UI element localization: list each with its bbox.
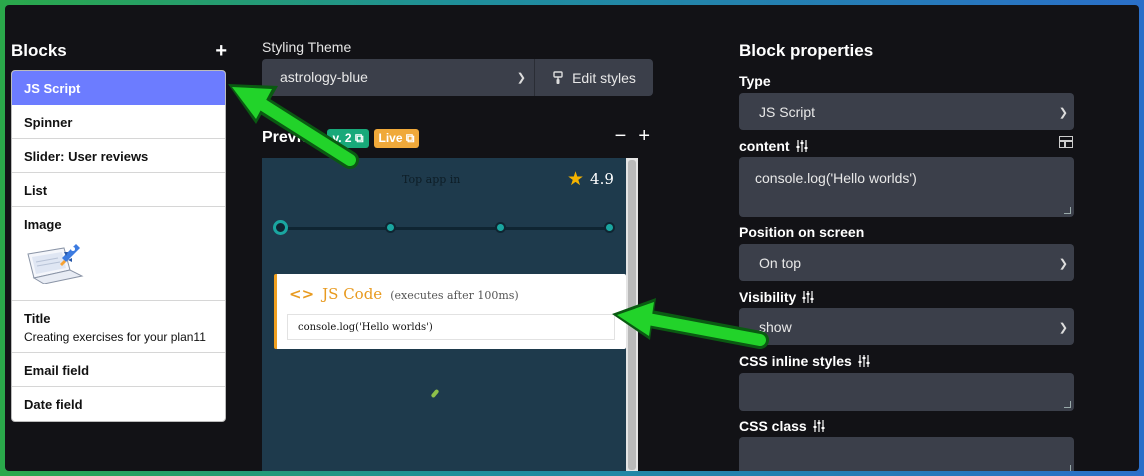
expand-editor-icon[interactable] [1059, 136, 1073, 148]
css-inline-label-text: CSS inline styles [739, 353, 852, 369]
top-app-text: Top app in [402, 173, 461, 186]
edit-styles-label: Edit styles [572, 69, 636, 86]
zoom-out-button[interactable]: − [615, 125, 627, 148]
chevron-down-icon: ❯ [1058, 107, 1068, 119]
preview-scrollbar[interactable] [626, 158, 638, 471]
rating: ★ 4.9 [567, 168, 614, 190]
js-code-content: console.log('Hello worlds') [287, 314, 615, 340]
visibility-label-text: Visibility [739, 289, 797, 305]
js-code-card[interactable]: <> JS Code (executes after 100ms) consol… [274, 274, 626, 349]
scrollbar-thumb[interactable] [628, 160, 636, 470]
content-label-text: content [739, 138, 790, 154]
block-item-subtitle: Creating exercises for your plan11 [24, 330, 206, 344]
chevron-down-icon: ❯ [516, 72, 526, 84]
visibility-label: Visibility [739, 289, 814, 305]
css-class-label-text: CSS class [739, 418, 807, 434]
block-item-label: Spinner [24, 115, 73, 130]
code-brackets-icon: <> [289, 285, 315, 303]
block-item-email-field[interactable]: Email field [12, 353, 225, 387]
paint-roller-icon [553, 70, 563, 84]
star-icon: ★ [567, 168, 585, 190]
type-label: Type [739, 73, 771, 89]
block-item-label: Title [24, 311, 51, 326]
block-item-label: JS Script [24, 81, 81, 96]
position-select[interactable]: On top ❯ [739, 244, 1074, 281]
js-code-note: (executes after 100ms) [390, 289, 519, 302]
app-frame: Blocks + JS Script Spinner Slider: User … [5, 5, 1139, 471]
type-select[interactable]: JS Script ❯ [739, 93, 1074, 130]
styling-theme-label: Styling Theme [262, 39, 352, 55]
content-textarea-value: console.log('Hello worlds') [755, 170, 917, 186]
sliders-icon[interactable] [813, 420, 825, 432]
rocket-laptop-illustration-icon [27, 244, 84, 285]
block-item-label: List [24, 183, 48, 198]
content-label: content [739, 138, 808, 154]
resize-grip-icon[interactable] [1064, 401, 1071, 408]
slider-dot[interactable] [273, 220, 288, 235]
sliders-icon[interactable] [858, 355, 870, 367]
sliders-icon[interactable] [802, 291, 814, 303]
version-badge[interactable]: v. 2 ⧉ [327, 128, 369, 148]
type-label-text: Type [739, 73, 771, 89]
version-badge-label: v. 2 [332, 130, 352, 145]
block-item-label: Date field [24, 397, 83, 412]
slider-track [280, 227, 612, 230]
spinner-icon [430, 388, 440, 399]
blocks-header: Blocks + [11, 41, 227, 61]
content-textarea[interactable]: console.log('Hello worlds') [739, 157, 1074, 217]
resize-grip-icon[interactable] [1064, 465, 1071, 471]
slider-dot[interactable] [385, 222, 396, 233]
slider-dot[interactable] [604, 222, 615, 233]
live-badge-label: Live [378, 130, 403, 145]
slider-dot[interactable] [495, 222, 506, 233]
preview-title: Preview [262, 129, 323, 146]
visibility-select-value: show [759, 319, 792, 335]
blocks-title: Blocks [11, 41, 67, 60]
block-item-date-field[interactable]: Date field [12, 387, 225, 421]
blocks-list: JS Script Spinner Slider: User reviews L… [11, 70, 226, 422]
resize-grip-icon[interactable] [1064, 207, 1071, 214]
sliders-icon[interactable] [796, 140, 808, 152]
css-inline-textarea[interactable] [739, 373, 1074, 411]
css-inline-label: CSS inline styles [739, 353, 870, 369]
chevron-down-icon: ❯ [1058, 258, 1068, 270]
live-badge[interactable]: Live ⧉ [373, 128, 420, 148]
block-item-slider-user-reviews[interactable]: Slider: User reviews [12, 139, 225, 173]
block-item-spinner[interactable]: Spinner [12, 105, 225, 139]
zoom-controls: − + [615, 125, 650, 148]
phone-preview: Top app in ★ 4.9 <> JS Code (executes af… [262, 158, 638, 471]
type-select-value: JS Script [759, 104, 816, 120]
block-item-label: Image [24, 217, 62, 232]
rating-value: 4.9 [590, 170, 614, 188]
theme-select-value: astrology-blue [280, 69, 368, 85]
visibility-select[interactable]: show ❯ [739, 308, 1074, 345]
theme-select[interactable]: astrology-blue ❯ [262, 59, 534, 96]
block-item-title[interactable]: Title Creating exercises for your plan11 [12, 301, 225, 353]
edit-styles-button[interactable]: Edit styles [534, 59, 653, 96]
block-item-label: Email field [24, 363, 90, 378]
block-properties-title: Block properties [739, 41, 874, 60]
block-item-list[interactable]: List [12, 173, 225, 207]
position-select-value: On top [759, 255, 802, 271]
position-label-text: Position on screen [739, 224, 865, 240]
add-block-button[interactable]: + [215, 41, 227, 61]
block-item-image[interactable]: Image [12, 207, 225, 301]
css-class-label: CSS class [739, 418, 825, 434]
preview-header: Preview v. 2 ⧉ Live ⧉ − + [262, 125, 650, 149]
block-item-label: Slider: User reviews [24, 149, 149, 164]
js-code-title: JS Code [322, 285, 383, 303]
zoom-in-button[interactable]: + [638, 125, 650, 148]
chevron-down-icon: ❯ [1058, 322, 1068, 334]
js-code-header: <> JS Code (executes after 100ms) [289, 285, 519, 303]
css-class-textarea[interactable] [739, 437, 1074, 471]
position-label: Position on screen [739, 224, 864, 240]
block-item-js-script[interactable]: JS Script [12, 71, 225, 105]
